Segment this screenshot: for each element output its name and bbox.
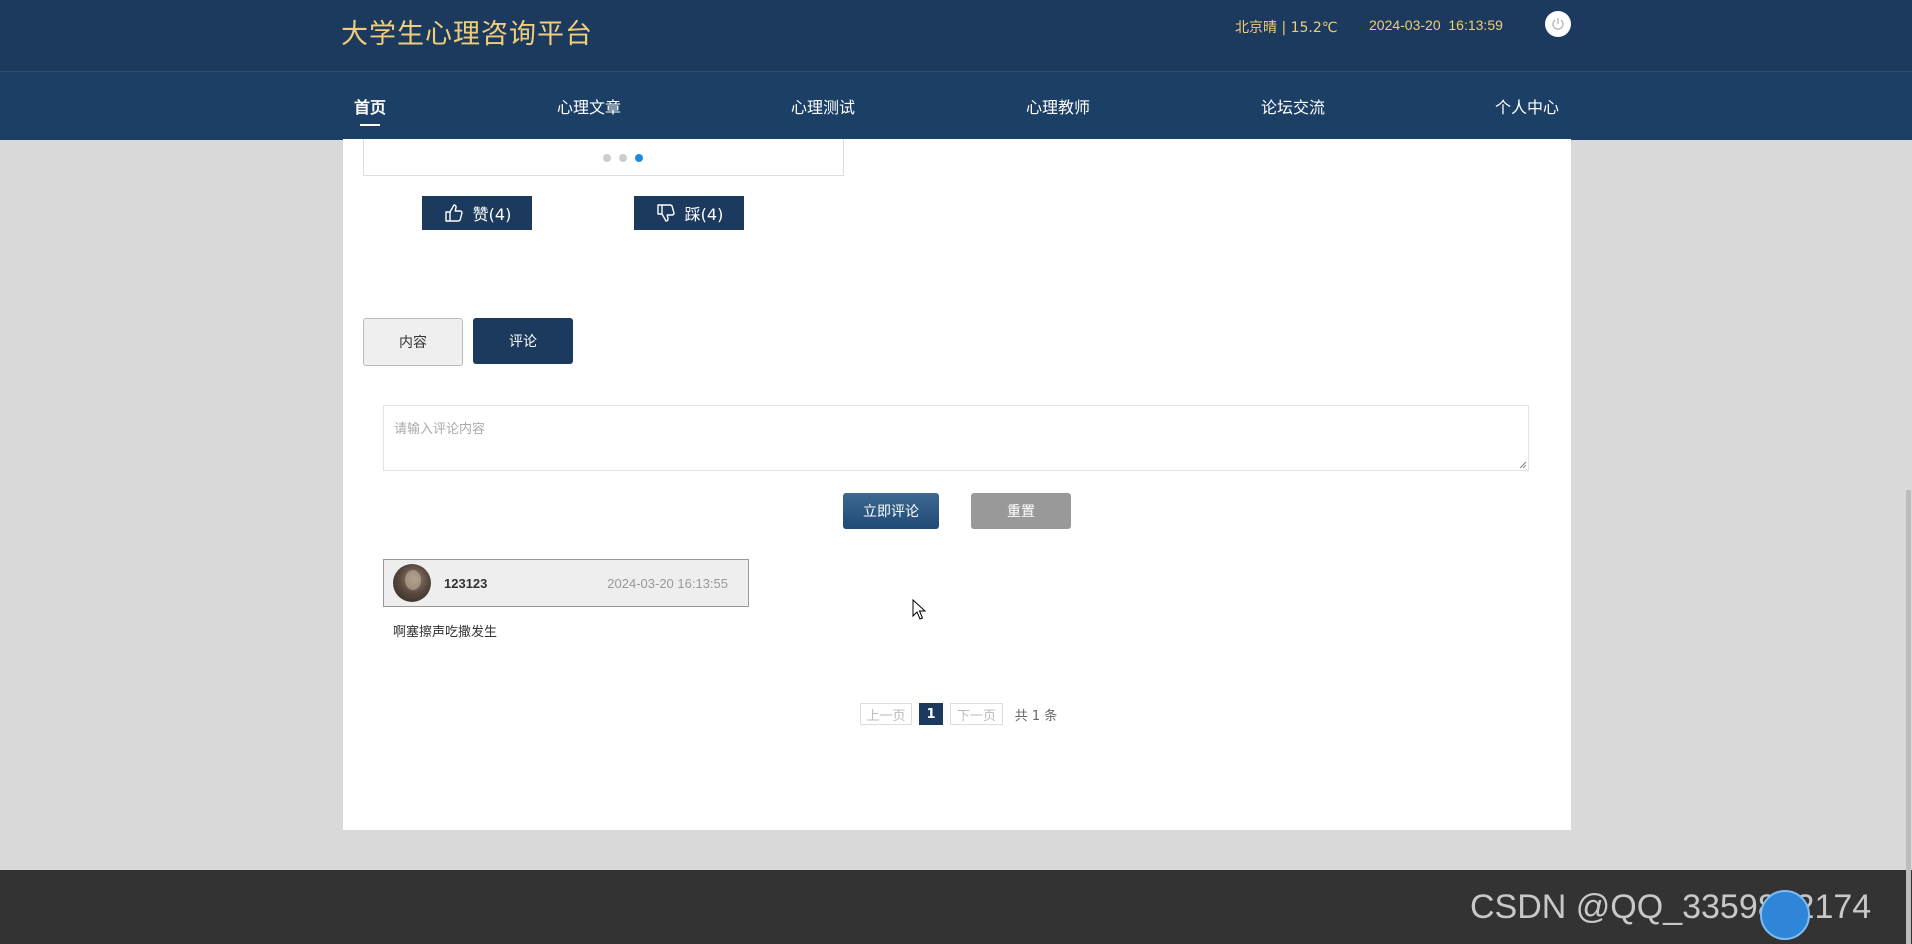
resize-grip-icon[interactable] — [1519, 461, 1527, 469]
thumbs-down-icon — [656, 204, 675, 222]
like-button[interactable]: 赞(4) — [422, 196, 532, 230]
submit-comment-button[interactable]: 立即评论 — [843, 493, 939, 529]
thumbs-up-icon — [444, 204, 463, 222]
tab-content[interactable]: 内容 — [363, 318, 463, 366]
comment-input[interactable] — [383, 405, 1529, 471]
prev-page-button[interactable]: 上一页 — [860, 703, 912, 725]
current-datetime: 2024-03-20 16:13:59 — [1369, 17, 1503, 33]
floating-chat-bubble[interactable] — [1760, 890, 1810, 940]
carousel-dot[interactable] — [619, 154, 627, 162]
page-number-current[interactable]: 1 — [919, 703, 943, 725]
article-detail-panel: 赞(4) 踩(4) 内容 评论 立即评论 重置 123123 2024-03-2… — [343, 139, 1571, 830]
nav-item-articles[interactable]: 心理文章 — [557, 94, 621, 118]
nav-item-tests[interactable]: 心理测试 — [791, 94, 855, 118]
nav-item-label: 首页 — [354, 98, 387, 117]
comment-username: 123123 — [444, 576, 488, 591]
image-carousel — [363, 139, 844, 176]
comment-timestamp: 2024-03-20 16:13:55 — [607, 576, 728, 591]
csdn-watermark: CSDN @QQ_3359892174 — [1470, 888, 1872, 926]
logout-button[interactable] — [1545, 11, 1571, 37]
mouse-cursor-icon — [912, 599, 926, 620]
weather-info: 北京晴 | 15.2℃ — [1235, 20, 1338, 36]
carousel-dot-active[interactable] — [635, 154, 643, 162]
dislike-button[interactable]: 踩(4) — [634, 196, 744, 230]
site-title: 大学生心理咨询平台 — [341, 19, 593, 50]
dislike-count-label: 踩(4) — [684, 205, 724, 224]
active-nav-indicator — [360, 124, 380, 126]
power-icon — [1552, 18, 1564, 30]
nav-item-forum[interactable]: 论坛交流 — [1261, 94, 1325, 118]
carousel-dot[interactable] — [603, 154, 611, 162]
nav-item-home[interactable]: 首页 — [354, 94, 387, 126]
like-count-label: 赞(4) — [472, 205, 512, 224]
main-navigation: 首页 心理文章 心理测试 心理教师 论坛交流 个人中心 — [0, 71, 1912, 140]
avatar — [393, 564, 431, 602]
scrollbar-thumb[interactable] — [1906, 490, 1911, 944]
tab-comment[interactable]: 评论 — [473, 318, 573, 364]
top-header: 大学生心理咨询平台 北京晴 | 15.2℃ 2024-03-20 16:13:5… — [0, 0, 1912, 71]
nav-item-profile[interactable]: 个人中心 — [1495, 94, 1559, 118]
comment-body: 啊塞擦声吃撒发生 — [393, 625, 498, 640]
comment-header: 123123 2024-03-20 16:13:55 — [383, 559, 749, 607]
reset-button[interactable]: 重置 — [971, 493, 1071, 529]
next-page-button[interactable]: 下一页 — [950, 703, 1003, 725]
nav-item-teachers[interactable]: 心理教师 — [1026, 94, 1090, 118]
pagination-total: 共 1 条 — [1014, 708, 1058, 724]
